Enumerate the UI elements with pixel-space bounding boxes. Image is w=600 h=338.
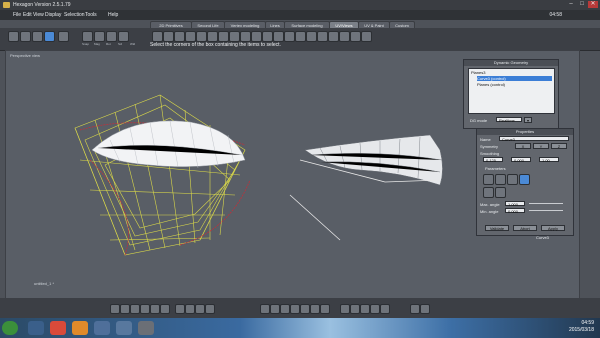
layout-icon[interactable] [370,304,380,314]
name-label: Name [480,137,491,142]
smooth-icon[interactable] [280,304,290,314]
smoothing-field-3[interactable]: 1.00 [539,157,559,163]
frame-icon[interactable] [205,304,215,314]
view-left-icon[interactable] [130,304,140,314]
dg-tree: Planes3 Curve3 (control) Planes (control… [468,68,555,114]
bottom-toolbar [0,298,600,318]
smoothing-field-1[interactable]: 0.125 [483,157,503,163]
smoothing-field-2[interactable]: 0.000 [511,157,531,163]
symmetry-label: Symmetry [480,144,498,149]
arrow-tool-icon[interactable] [495,187,506,198]
taskbar-chrome-icon[interactable] [50,321,66,335]
dynamic-geometry-panel: Dynamic Geometry Planes3 Curve3 (control… [463,59,559,129]
brush-icon[interactable] [483,187,494,198]
taskbar-tool-icon[interactable] [138,321,154,335]
axis-x-button[interactable]: X [515,143,531,149]
pan-icon[interactable] [185,304,195,314]
abort-button[interactable]: Abort [513,225,537,231]
max-angle-field[interactable]: 1.000 [505,201,525,207]
snap-grid-icon[interactable] [360,304,370,314]
dg-item-root[interactable]: Planes3 [471,70,485,75]
start-button-icon[interactable] [2,321,18,335]
taskbar-folder-icon[interactable] [72,321,88,335]
axis-z-button[interactable]: Z [551,143,567,149]
dg-mode-label: DG mode [470,118,488,123]
orbit-icon[interactable] [195,304,205,314]
footer-object-name: Curve3 [536,235,549,240]
min-angle-slider[interactable] [529,210,563,211]
texture-icon[interactable] [290,304,300,314]
render-icon[interactable] [320,304,330,314]
apply-button[interactable]: Apply [541,225,565,231]
max-angle-slider[interactable] [529,203,563,204]
guide-curve [289,194,341,241]
view-right-icon[interactable] [140,304,150,314]
tray-date: 2015/03/18 [568,327,594,333]
validate-button[interactable]: Validate [485,225,509,231]
view-bottom-icon[interactable] [160,304,170,314]
settings-icon[interactable] [380,304,390,314]
undo-icon[interactable] [410,304,420,314]
dg-item-selected[interactable]: Curve3 (control) [477,76,552,81]
axis-y-button[interactable]: Y [533,143,549,149]
zoom-icon[interactable] [175,304,185,314]
windows-taskbar: 04:59 2015/03/18 [0,318,600,338]
view-top-icon[interactable] [150,304,160,314]
min-angle-field[interactable]: 0.000 [505,208,525,214]
name-field[interactable]: Curve3 [499,136,569,142]
dg-mode-dropdown-icon[interactable]: ▾ [524,117,532,123]
redo-icon[interactable] [420,304,430,314]
light-icon[interactable] [300,304,310,314]
properties-panel: Properties Name Curve3 Symmetry X Y Z Sm… [476,128,574,236]
view-front-icon[interactable] [110,304,120,314]
taskbar-app-icon[interactable] [116,321,132,335]
max-angle-label: Max. angle [480,202,500,207]
cone-icon[interactable] [507,174,518,185]
wireframe-cage [74,94,246,256]
dg-item[interactable]: Planes (control) [477,82,505,87]
taskbar-explorer-icon[interactable] [28,321,44,335]
camera-icon[interactable] [310,304,320,314]
surface-mesh[interactable] [91,120,246,167]
view-back-icon[interactable] [120,304,130,314]
wireframe-icon[interactable] [270,304,280,314]
grid-icon[interactable] [340,304,350,314]
tray-time: 04:59 [581,320,594,326]
dynamic-geometry-title: Dynamic Geometry [464,60,558,66]
curve-mode-icon[interactable] [483,174,494,185]
shading-icon[interactable] [260,304,270,314]
properties-title: Properties [477,129,573,135]
active-shape-icon[interactable] [519,174,530,185]
min-angle-label: Min. angle [480,209,499,214]
taskbar-hexagon-icon[interactable] [94,321,110,335]
smoothing-label: Smoothing [480,151,500,156]
axis-icon[interactable] [350,304,360,314]
parameters-label: Parameters [485,166,506,171]
tray-clock: 04:59 2015/03/18 [569,320,594,334]
preview-mesh[interactable] [304,134,443,186]
dg-mode-select[interactable]: Realtime [496,117,522,123]
knife-icon[interactable] [495,174,506,185]
